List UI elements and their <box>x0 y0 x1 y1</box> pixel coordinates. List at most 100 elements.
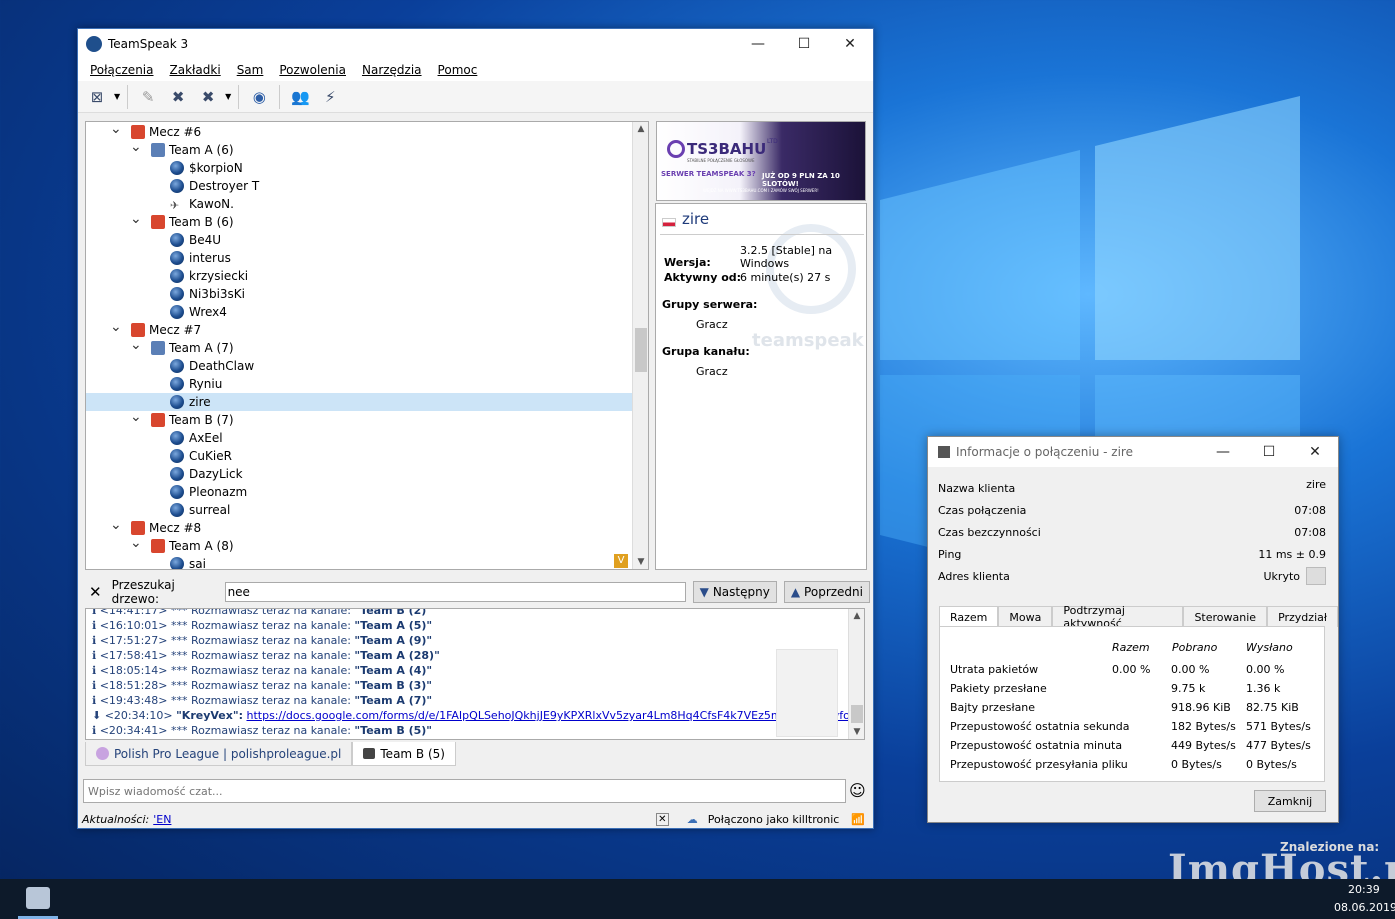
next-button[interactable]: ▼ Następny <box>692 581 777 603</box>
tree-user[interactable]: krzysiecki <box>86 267 632 285</box>
close-search-icon[interactable]: ✕ <box>89 583 102 601</box>
tree-channel[interactable]: ⌄ Mecz #7 <box>86 318 632 339</box>
tab-server[interactable]: Polish Pro League | polishproleague.pl <box>85 742 353 766</box>
cloud-icon[interactable]: ☁ <box>687 813 698 826</box>
tree-user[interactable]: Ni3bi3sKi <box>86 285 632 303</box>
menu-permissions[interactable]: Pozwolenia <box>271 63 354 77</box>
chat-channel[interactable]: "Team A (7)" <box>354 694 432 707</box>
tree-user[interactable]: CuKieR <box>86 447 632 465</box>
tree-item-label: Team B (6) <box>169 215 234 229</box>
expand-arrow-icon[interactable]: ⌄ <box>130 210 142 228</box>
maximize-button[interactable]: ☐ <box>781 29 827 59</box>
tree-scrollbar[interactable]: ▲ ▼ <box>632 122 648 569</box>
tree-user[interactable]: surreal <box>86 501 632 519</box>
server-banner[interactable]: TS3BAHU LTD STABILNE POŁĄCZENIE GŁOSOWE … <box>656 121 866 201</box>
chat-channel[interactable]: "Team B (5)" <box>354 724 432 737</box>
news-link[interactable]: 'EN <box>153 813 171 826</box>
ci-minimize-button[interactable]: — <box>1200 437 1246 467</box>
mute-speakers-icon[interactable]: ✖ <box>195 84 221 110</box>
expand-arrow-icon[interactable]: ⌄ <box>130 336 142 354</box>
menu-tools[interactable]: Narzędzia <box>354 63 430 77</box>
dropdown-arrow-icon[interactable]: ▼ <box>114 92 120 101</box>
scroll-down-icon[interactable]: ▼ <box>633 557 648 567</box>
chat-link[interactable]: https://docs.google.com/forms/d/e/1FAIpQ… <box>246 709 864 722</box>
ci-tab-speech[interactable]: Mowa <box>998 606 1053 627</box>
chat-message-input[interactable] <box>83 779 846 803</box>
tree-user[interactable]: Pleonazm <box>86 483 632 501</box>
ci-tab-control[interactable]: Sterowanie <box>1183 606 1268 627</box>
scroll-thumb[interactable] <box>851 705 863 723</box>
emoji-icon[interactable]: ☺ <box>849 781 866 800</box>
expand-arrow-icon[interactable]: ⌄ <box>130 408 142 426</box>
chat-bubble-icon[interactable]: ◉ <box>246 84 272 110</box>
tree-channel[interactable]: ⌄ Team A (6) <box>86 138 632 159</box>
tree-channel[interactable]: ⌄ Mecz #8 <box>86 516 632 537</box>
minimize-button[interactable]: — <box>735 29 781 59</box>
ci-maximize-button[interactable]: ☐ <box>1246 437 1292 467</box>
wifi-icon[interactable]: 📶 <box>851 813 865 826</box>
mute-microphone-icon[interactable]: ✖ <box>165 84 191 110</box>
chat-log[interactable]: ℹ <14:41:17> *** Rozmawiasz teraz na kan… <box>85 608 865 740</box>
tree-user[interactable]: DazyLick <box>86 465 632 483</box>
scroll-up-icon[interactable]: ▲ <box>849 611 864 621</box>
tree-user[interactable]: AxEel <box>86 429 632 447</box>
chat-channel[interactable]: "Team A (9)" <box>354 634 432 647</box>
chat-nick[interactable]: "KreyVex": <box>176 709 243 722</box>
tree-user[interactable]: zire <box>86 393 632 411</box>
contacts-icon[interactable]: 👥 <box>287 84 313 110</box>
channel-tree[interactable]: ⌄ Mecz #6 ⌄ Team A (6) $korpioN Destroyer T ✈ K… <box>85 121 649 570</box>
expand-arrow-icon[interactable]: ⌄ <box>130 138 142 156</box>
tab-channel[interactable]: Team B (5) <box>352 742 456 766</box>
tree-user[interactable]: DeathClaw <box>86 357 632 375</box>
tree-user[interactable]: Wrex4 <box>86 303 632 321</box>
chat-scrollbar[interactable]: ▲ ▼ <box>848 609 864 739</box>
tree-user[interactable]: Destroyer T <box>86 177 632 195</box>
menu-bookmarks[interactable]: Zakładki <box>162 63 229 77</box>
disconnect-icon[interactable]: ⊠ <box>84 84 110 110</box>
tree-user[interactable]: sai <box>86 555 632 569</box>
ci-tab-quota[interactable]: Przydział <box>1267 606 1338 627</box>
tree-channel[interactable]: ⌄ Team B (7) <box>86 408 632 429</box>
scroll-down-icon[interactable]: ▼ <box>849 727 864 737</box>
chat-channel[interactable]: "Team B (2)" <box>354 609 432 617</box>
ci-close-button[interactable]: ✕ <box>1292 437 1338 467</box>
info-icon: ℹ <box>92 634 100 647</box>
tree-user[interactable]: ✈ KawoN. <box>86 195 632 213</box>
ci-tab-keepalive[interactable]: Podtrzymaj aktywność <box>1052 604 1184 630</box>
chat-channel[interactable]: "Team A (28)" <box>354 649 439 662</box>
away-icon[interactable]: ✎ <box>135 84 161 110</box>
ci-tab-total[interactable]: Razem <box>939 606 999 628</box>
tree-channel[interactable]: ⌄ Team A (7) <box>86 336 632 357</box>
scroll-thumb[interactable] <box>635 328 647 372</box>
clock-time[interactable]: 20:39 <box>1348 883 1380 896</box>
chat-channel[interactable]: "Team A (5)" <box>354 619 432 632</box>
scroll-up-icon[interactable]: ▲ <box>633 124 648 134</box>
expand-arrow-icon[interactable]: ⌄ <box>130 534 142 552</box>
chat-channel[interactable]: "Team A (4)" <box>354 664 432 677</box>
stat-received: 918.96 KiB <box>1171 701 1231 714</box>
previous-button[interactable]: ▲ Poprzedni <box>783 581 870 603</box>
clock-date[interactable]: 08.06.2019 <box>1334 901 1395 914</box>
tree-channel[interactable]: ⌄ Mecz #6 <box>86 122 632 141</box>
menu-connections[interactable]: Połączenia <box>82 63 162 77</box>
menu-self[interactable]: Sam <box>229 63 272 77</box>
tree-channel[interactable]: ⌄ Team A (8) <box>86 534 632 555</box>
tree-user[interactable]: Ryniu <box>86 375 632 393</box>
expand-arrow-icon[interactable]: ⌄ <box>110 318 122 336</box>
taskbar-teamspeak-icon[interactable] <box>26 887 50 909</box>
ci-close-dialog-button[interactable]: Zamknij <box>1254 790 1326 812</box>
search-input[interactable] <box>224 582 686 602</box>
expand-arrow-icon[interactable]: ⌄ <box>110 122 122 138</box>
tree-channel[interactable]: ⌄ Team B (6) <box>86 210 632 231</box>
close-news-icon[interactable]: ✕ <box>655 812 669 826</box>
close-button[interactable]: ✕ <box>827 29 873 59</box>
tree-user[interactable]: interus <box>86 249 632 267</box>
expand-arrow-icon[interactable]: ⌄ <box>110 516 122 534</box>
menu-help[interactable]: Pomoc <box>430 63 486 77</box>
tree-user[interactable]: $korpioN <box>86 159 632 177</box>
dropdown-arrow-icon[interactable]: ▼ <box>225 92 231 101</box>
copy-icon[interactable] <box>1306 567 1326 585</box>
tree-user[interactable]: Be4U <box>86 231 632 249</box>
chat-channel[interactable]: "Team B (3)" <box>354 679 432 692</box>
permissions-icon[interactable]: ⚡ <box>317 84 343 110</box>
